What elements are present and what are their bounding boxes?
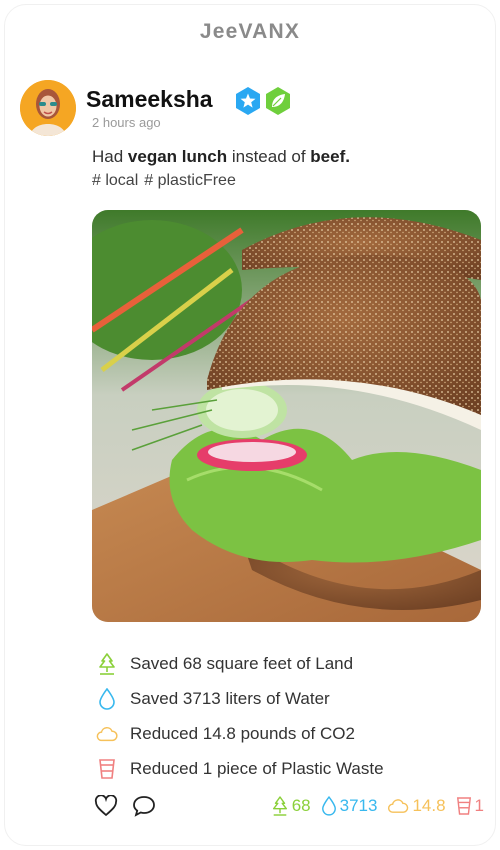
stat-plastic: 1	[456, 796, 484, 816]
impact-stats: 68 3713 14.8 1	[265, 796, 484, 816]
like-heart-icon[interactable]	[92, 792, 120, 820]
hashtags: # local # plasticFree	[92, 172, 236, 190]
post-photo[interactable]	[92, 210, 481, 622]
impact-text: Reduced 1 piece of Plastic Waste	[130, 758, 384, 778]
post-text-highlight: vegan lunch	[127, 147, 228, 166]
cloud-icon	[96, 722, 118, 746]
leaf-badge-icon	[266, 87, 290, 115]
water-drop-icon	[321, 796, 337, 816]
impact-row-water: Saved 3713 liters of Water	[96, 681, 486, 716]
stat-co2: 14.8	[387, 796, 446, 816]
tree-icon	[271, 796, 289, 816]
post-text-part: Had	[92, 147, 128, 166]
impact-text: Reduced 14.8 pounds of CO2	[130, 723, 355, 743]
star-badge-icon	[236, 87, 260, 115]
stat-land: 68	[271, 796, 311, 816]
water-drop-icon	[96, 687, 118, 711]
impact-row-plastic: Reduced 1 piece of Plastic Waste	[96, 751, 486, 786]
post-text-highlight: beef.	[310, 147, 350, 166]
hashtag[interactable]: # plasticFree	[144, 172, 236, 190]
app-title: JeeVANX	[199, 20, 301, 43]
tree-icon	[96, 652, 118, 676]
author-name[interactable]: Sameeksha	[86, 86, 213, 113]
impact-row-co2: Reduced 14.8 pounds of CO2	[96, 716, 486, 751]
impact-row-land: Saved 68 square feet of Land	[96, 646, 486, 681]
cup-icon	[456, 796, 472, 816]
impact-text: Saved 3713 liters of Water	[130, 688, 330, 708]
stat-water-value: 3713	[339, 796, 378, 815]
post-text: Had vegan lunch instead of beef.	[92, 147, 350, 167]
post-text-part: instead of	[227, 147, 311, 166]
cloud-icon	[387, 798, 409, 814]
stat-land-value: 68	[291, 796, 311, 815]
hashtag[interactable]: # local	[92, 172, 138, 190]
impact-list: Saved 68 square feet of Land Saved 3713 …	[96, 646, 486, 786]
comment-bubble-icon[interactable]	[130, 792, 158, 820]
stat-water: 3713	[321, 796, 378, 816]
impact-text: Saved 68 square feet of Land	[130, 653, 354, 673]
post-footer: 68 3713 14.8 1	[92, 792, 484, 820]
cup-icon	[96, 757, 118, 781]
stat-plastic-value: 1	[474, 796, 484, 815]
post-time: 2 hours ago	[92, 115, 161, 130]
badges	[234, 86, 292, 116]
stat-co2-value: 14.8	[412, 796, 446, 815]
avatar[interactable]	[20, 80, 76, 136]
